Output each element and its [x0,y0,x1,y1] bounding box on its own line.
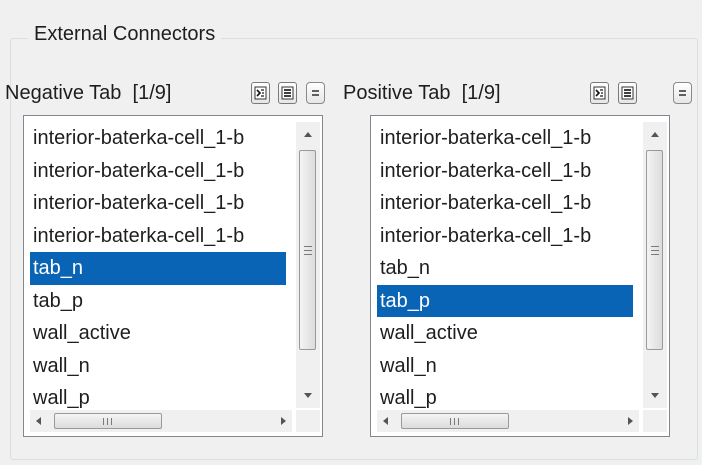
negative-tab-items: interior-baterka-cell_1-b interior-baterk… [30,122,286,408]
scroll-left-arrow-icon[interactable] [36,417,41,425]
list-item[interactable]: interior-baterka-cell_1-b [30,122,286,155]
list-item[interactable]: wall_active [377,317,633,350]
positive-tab-label: Positive Tab [1/9] [343,77,501,109]
scroll-down-arrow-icon[interactable] [651,393,659,398]
list-item[interactable]: tab_p [30,285,286,318]
deselect-all-icon [281,86,294,100]
scroll-corner [296,410,320,432]
scroll-up-arrow-icon[interactable] [651,132,659,137]
negative-horizontal-scrollbar[interactable] [30,410,292,432]
select-all-icon [254,86,267,100]
grip-icon [651,246,659,255]
scroll-thumb[interactable] [299,150,316,350]
list-item[interactable]: interior-baterka-cell_1-b [377,220,633,253]
positive-filter-button[interactable] [673,82,692,104]
scroll-down-arrow-icon[interactable] [304,393,312,398]
deselect-all-icon [621,86,634,100]
positive-horizontal-scrollbar[interactable] [377,410,639,432]
select-all-icon [593,86,606,100]
horizontal-scroll-thumb[interactable] [401,413,509,429]
positive-tab-list[interactable]: interior-baterka-cell_1-b interior-baterk… [370,115,670,437]
list-item[interactable]: tab_n [30,252,286,285]
horizontal-scroll-thumb[interactable] [54,413,162,429]
scroll-right-arrow-icon[interactable] [628,417,633,425]
grip-icon [450,418,459,425]
group-title: External Connectors [28,20,222,48]
negative-vertical-scrollbar[interactable] [296,122,320,408]
negative-select-all-button[interactable] [251,82,270,104]
positive-vertical-scrollbar[interactable] [643,122,667,408]
scroll-right-arrow-icon[interactable] [281,417,286,425]
list-item[interactable]: interior-baterka-cell_1-b [30,155,286,188]
filter-icon [679,90,686,96]
positive-tab-label-text: Positive Tab [343,82,451,104]
scroll-up-arrow-icon[interactable] [304,132,312,137]
list-item[interactable]: interior-baterka-cell_1-b [30,220,286,253]
grip-icon [103,418,112,425]
scroll-thumb[interactable] [646,150,663,350]
negative-filter-button[interactable] [306,82,325,104]
list-item[interactable]: wall_p [377,382,633,408]
negative-tab-count: [1/9] [132,82,172,104]
positive-select-all-button[interactable] [590,82,609,104]
negative-deselect-all-button[interactable] [278,82,297,104]
positive-tab-items: interior-baterka-cell_1-b interior-baterk… [377,122,633,408]
list-item[interactable]: interior-baterka-cell_1-b [377,155,633,188]
filter-icon [312,90,319,96]
positive-tab-count: [1/9] [461,82,501,104]
negative-tab-list[interactable]: interior-baterka-cell_1-b interior-baterk… [23,115,323,437]
positive-deselect-all-button[interactable] [618,82,637,104]
list-item[interactable]: wall_n [30,350,286,383]
list-item[interactable]: wall_p [30,382,286,408]
scroll-corner [643,410,667,432]
grip-icon [304,246,312,255]
negative-tab-label-text: Negative Tab [5,82,122,104]
list-item[interactable]: interior-baterka-cell_1-b [377,122,633,155]
list-item[interactable]: wall_active [30,317,286,350]
list-item[interactable]: wall_n [377,350,633,383]
list-item[interactable]: tab_n [377,252,633,285]
list-item[interactable]: tab_p [377,284,633,317]
list-item[interactable]: interior-baterka-cell_1-b [30,187,286,220]
negative-tab-label: Negative Tab [1/9] [5,77,171,109]
list-item[interactable]: interior-baterka-cell_1-b [377,187,633,220]
scroll-left-arrow-icon[interactable] [383,417,388,425]
